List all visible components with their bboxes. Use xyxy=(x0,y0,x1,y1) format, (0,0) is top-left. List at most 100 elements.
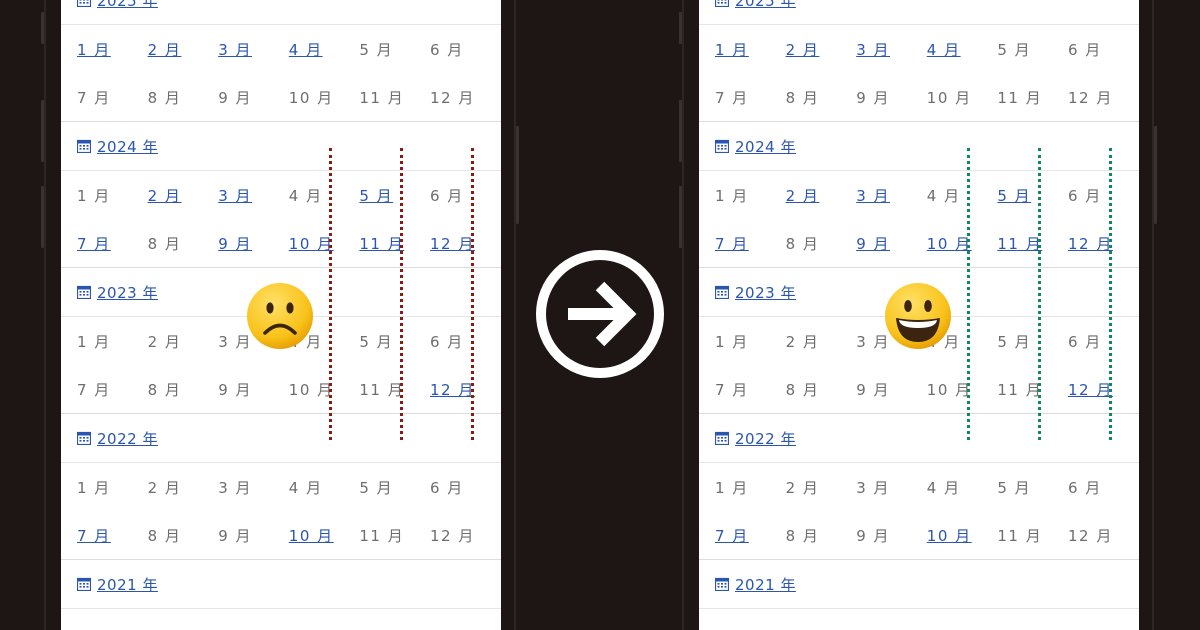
month-row: 1 月2 月3 月4 月5 月6 月 xyxy=(61,25,501,73)
year-block: 2021 年 xyxy=(61,559,501,609)
month-label: 9 月 xyxy=(856,380,890,399)
year-header: 2025 年 xyxy=(699,0,1139,25)
right-phone-side-button xyxy=(679,186,682,248)
month-row: 1 月2 月3 月4 月5 月6 月 xyxy=(699,25,1139,73)
year-link[interactable]: 2022 年 xyxy=(715,428,796,449)
month-row: 1 月2 月3 月4 月5 月6 月 xyxy=(699,463,1139,511)
month-link[interactable]: 12 月 xyxy=(1068,233,1139,254)
comparison-stage: 2025 年1 月2 月3 月4 月5 月6 月7 月8 月9 月 10 月 11 … xyxy=(0,0,1200,630)
month-label: 12 月 xyxy=(429,88,475,107)
month-label: 5 月 xyxy=(359,40,394,59)
month-label: 11 月 xyxy=(359,88,405,107)
month-row: 7 月8 月9 月 10 月 11 月 12 月 xyxy=(699,511,1139,559)
calendar-icon xyxy=(715,285,729,299)
year-link[interactable]: 2025 年 xyxy=(77,0,158,11)
month-link[interactable]: 1 月 xyxy=(77,39,148,60)
year-link[interactable]: 2025 年 xyxy=(715,0,796,11)
year-label: 2022 年 xyxy=(97,429,158,448)
right-aligned-dotted-line xyxy=(967,148,970,440)
month-link[interactable]: 9 月 xyxy=(218,233,289,254)
month-link[interactable]: 10 月 xyxy=(927,233,998,254)
month-link[interactable]: 7 月 xyxy=(715,525,786,546)
year-link[interactable]: 2024 年 xyxy=(77,136,158,157)
month-link[interactable]: 2 月 xyxy=(148,185,219,206)
month-label: 7 月 xyxy=(77,88,111,107)
month-link[interactable]: 12 月 xyxy=(430,233,501,254)
month-label: 10 月 xyxy=(926,380,972,399)
month-label: 12 月 xyxy=(1067,526,1113,545)
month-label: 8 月 xyxy=(147,380,182,399)
month-link[interactable]: 5 月 xyxy=(359,185,430,206)
month-link[interactable]: 1 月 xyxy=(715,39,786,60)
year-link[interactable]: 2022 年 xyxy=(77,428,158,449)
month-link[interactable]: 9 月 xyxy=(856,233,927,254)
month-row: 1 月 2 月3 月4 月 5 月6 月 xyxy=(699,171,1139,219)
month-link[interactable]: 10 月 xyxy=(289,233,360,254)
month-link[interactable]: 5 月 xyxy=(997,185,1068,206)
month-row: 7 月8 月9 月 10 月 11 月 12 月 xyxy=(61,219,501,267)
calendar-icon xyxy=(77,431,91,445)
month-link[interactable]: 12 月 xyxy=(1068,379,1139,400)
month-label: 6 月 xyxy=(1067,186,1102,205)
calendar-icon xyxy=(77,0,91,7)
year-label: 2024 年 xyxy=(735,137,796,156)
month-label: 7 月 xyxy=(715,88,749,107)
year-link[interactable]: 2021 年 xyxy=(77,574,158,595)
month-label: 1 月 xyxy=(77,478,111,497)
year-block: 2022 年 1 月 2 月 3 月 4 月 5 月 6 月 7 月8 月 9 月 10 月 11 … xyxy=(61,413,501,559)
year-link[interactable]: 2021 年 xyxy=(715,574,796,595)
right-arrow-circle-icon xyxy=(534,248,666,380)
month-label: 4 月 xyxy=(288,478,323,497)
year-link[interactable]: 2024 年 xyxy=(715,136,796,157)
month-link[interactable]: 4 月 xyxy=(927,39,998,60)
month-row: 7 月8 月9 月 10 月 11 月 12 月 xyxy=(699,365,1139,413)
month-label: 9 月 xyxy=(218,526,252,545)
year-header: 2021 年 xyxy=(699,560,1139,609)
month-link[interactable]: 7 月 xyxy=(715,233,786,254)
year-label: 2023 年 xyxy=(735,283,796,302)
month-link[interactable]: 4 月 xyxy=(289,39,360,60)
year-label: 2024 年 xyxy=(97,137,158,156)
month-row: 7 月8 月9 月 10 月 11 月 12 月 xyxy=(61,511,501,559)
year-label: 2025 年 xyxy=(97,0,158,10)
year-block: 2022 年 1 月 2 月 3 月 4 月 5 月 6 月 7 月8 月 9 月 10 月 11 … xyxy=(699,413,1139,559)
month-label: 10 月 xyxy=(926,88,972,107)
left-misalign-dotted-line xyxy=(471,148,474,440)
month-link[interactable]: 3 月 xyxy=(856,185,927,206)
right-phone-bezel xyxy=(682,0,684,630)
right-phone-power-button xyxy=(1154,126,1157,224)
month-label: 9 月 xyxy=(856,88,890,107)
month-link[interactable]: 10 月 xyxy=(927,525,998,546)
month-link[interactable]: 2 月 xyxy=(148,39,219,60)
right-aligned-dotted-line xyxy=(1109,148,1112,440)
calendar-icon xyxy=(77,139,91,153)
month-link[interactable]: 3 月 xyxy=(218,39,289,60)
month-label: 4 月 xyxy=(926,186,961,205)
month-label: 5 月 xyxy=(997,478,1032,497)
month-link[interactable]: 10 月 xyxy=(289,525,360,546)
month-label: 12 月 xyxy=(1067,88,1113,107)
left-misalign-dotted-line xyxy=(400,148,403,440)
month-link[interactable]: 2 月 xyxy=(786,39,857,60)
month-link[interactable]: 3 月 xyxy=(218,185,289,206)
month-label: 2 月 xyxy=(785,478,820,497)
year-label: 2021 年 xyxy=(735,575,796,594)
year-link[interactable]: 2023 年 xyxy=(715,282,796,303)
month-link[interactable]: 7 月 xyxy=(77,525,148,546)
month-label: 4 月 xyxy=(926,478,961,497)
year-link[interactable]: 2023 年 xyxy=(77,282,158,303)
month-label: 8 月 xyxy=(147,526,182,545)
month-label: 1 月 xyxy=(715,186,749,205)
left-phone-side-button xyxy=(41,12,44,44)
month-link[interactable]: 12 月 xyxy=(430,379,501,400)
month-link[interactable]: 3 月 xyxy=(856,39,927,60)
month-link[interactable]: 11 月 xyxy=(997,233,1068,254)
month-label: 2 月 xyxy=(147,478,182,497)
month-label: 6 月 xyxy=(1067,332,1102,351)
month-link[interactable]: 11 月 xyxy=(359,233,430,254)
month-label: 2 月 xyxy=(785,332,820,351)
month-link[interactable]: 2 月 xyxy=(786,185,857,206)
right-phone-side-button xyxy=(679,12,682,44)
right-phone-bezel-right xyxy=(1152,0,1154,630)
month-link[interactable]: 7 月 xyxy=(77,233,148,254)
